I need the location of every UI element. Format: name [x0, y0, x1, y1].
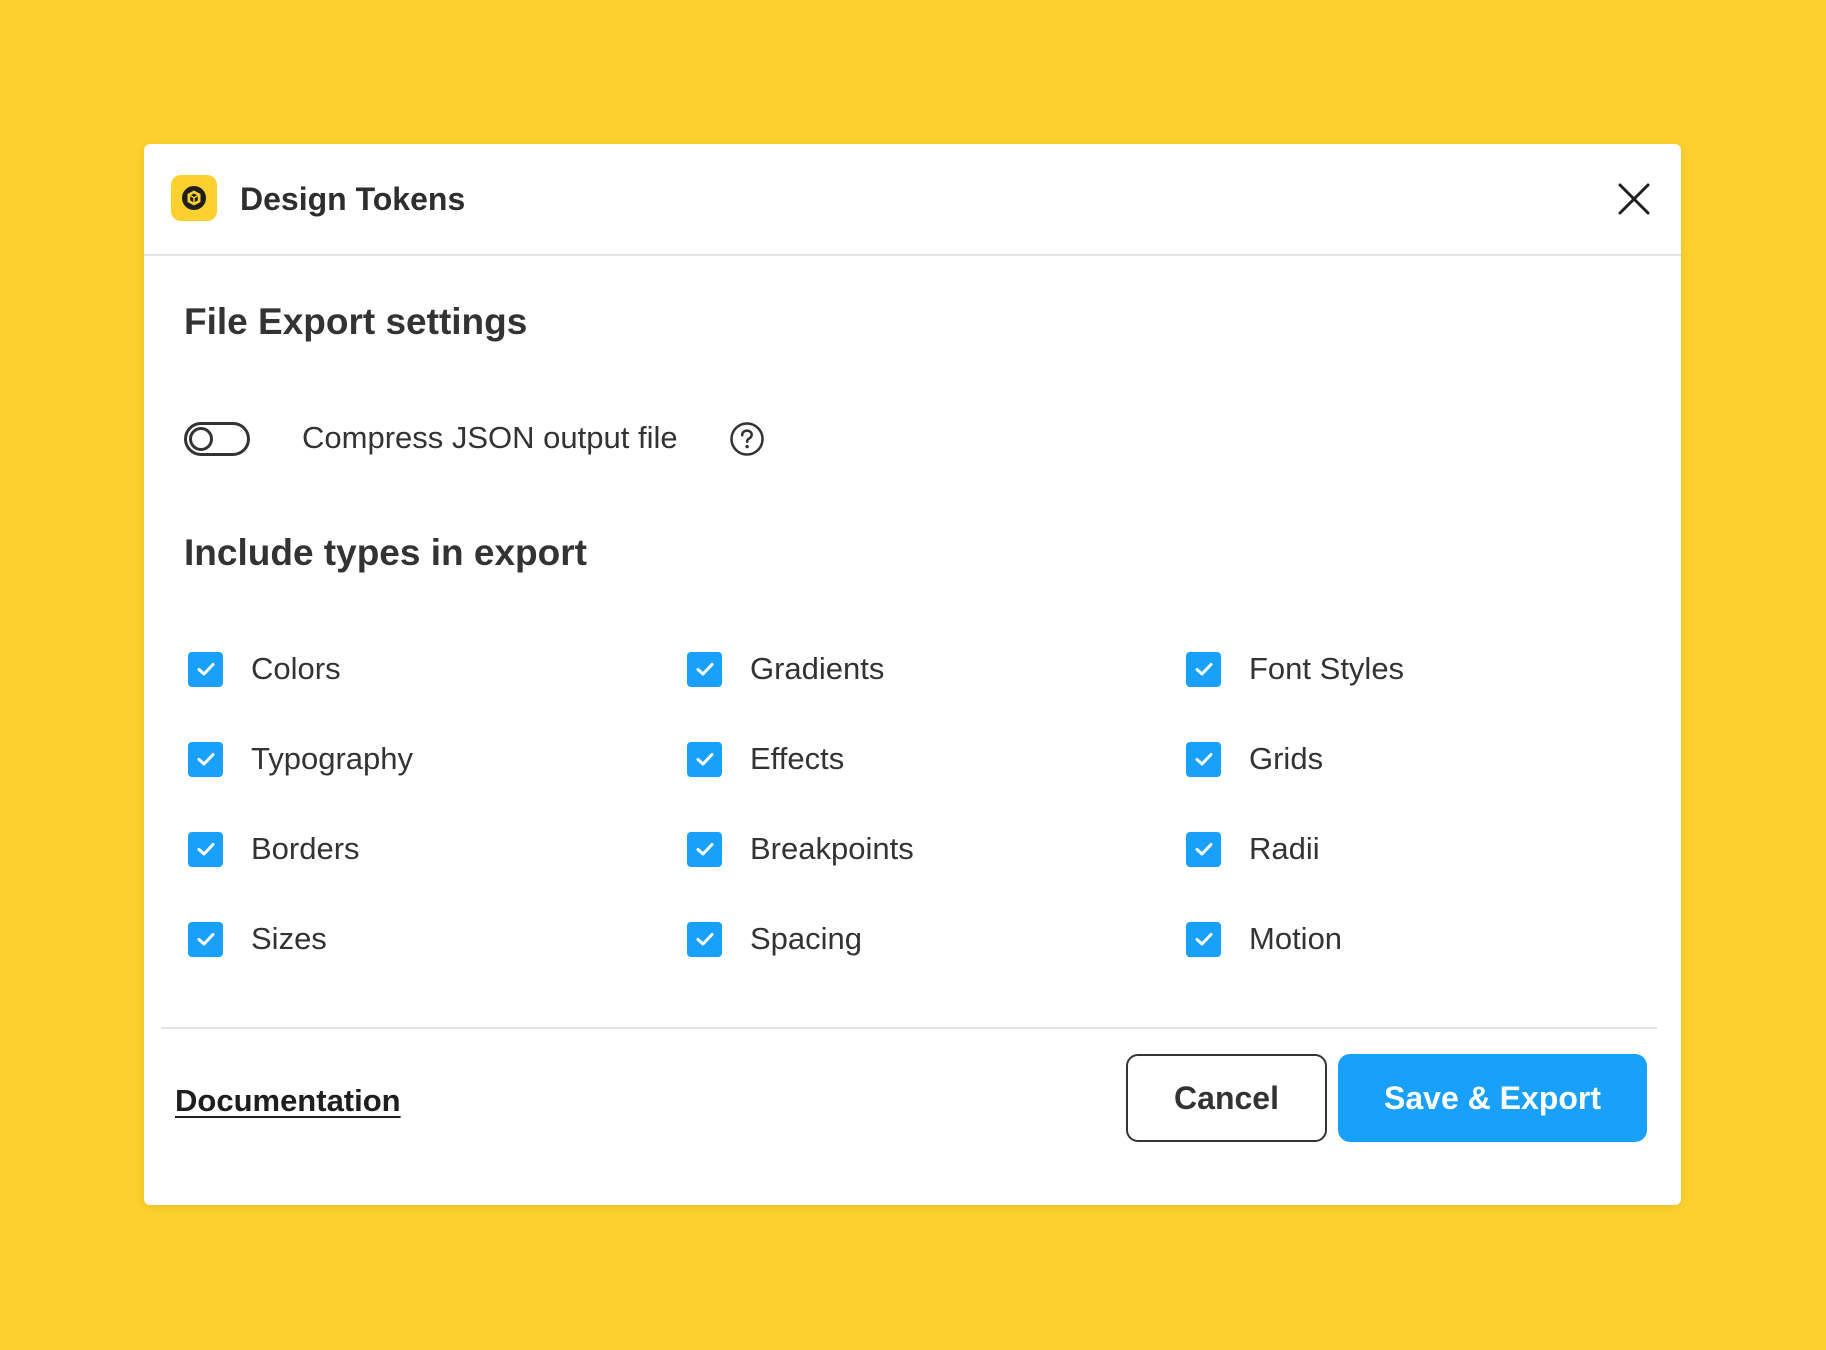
- checkbox-colors[interactable]: Colors: [188, 649, 341, 689]
- dialog-title: Design Tokens: [240, 181, 466, 217]
- checkbox-breakpoints[interactable]: Breakpoints: [687, 829, 914, 869]
- checkbox-checked-icon: [1186, 651, 1221, 687]
- checkbox-typography[interactable]: Typography: [188, 739, 413, 779]
- checkbox-effects[interactable]: Effects: [687, 739, 844, 779]
- checkbox-checked-icon: [188, 921, 223, 957]
- checkbox-motion[interactable]: Motion: [1186, 919, 1342, 959]
- toggle-knob: [189, 427, 213, 451]
- checkbox-gradients[interactable]: Gradients: [687, 649, 884, 689]
- checkbox-font-styles[interactable]: Font Styles: [1186, 649, 1404, 689]
- checkbox-label: Gradients: [750, 651, 885, 686]
- checkbox-label: Font Styles: [1249, 651, 1405, 686]
- checkbox-checked-icon: [1186, 741, 1221, 777]
- checkbox-checked-icon: [687, 741, 722, 777]
- checkbox-radii[interactable]: Radii: [1186, 829, 1320, 869]
- checkbox-label: Typography: [251, 741, 413, 776]
- documentation-link[interactable]: Documentation: [175, 1081, 401, 1121]
- compress-json-label: Compress JSON output file: [302, 420, 678, 455]
- design-tokens-logo-icon: [171, 175, 217, 221]
- checkbox-label: Effects: [750, 741, 845, 776]
- cancel-button[interactable]: Cancel: [1126, 1054, 1327, 1142]
- checkbox-label: Spacing: [750, 921, 863, 956]
- checkbox-borders[interactable]: Borders: [188, 829, 360, 869]
- checkbox-checked-icon: [188, 651, 223, 687]
- checkbox-checked-icon: [188, 741, 223, 777]
- checkbox-spacing[interactable]: Spacing: [687, 919, 862, 959]
- checkbox-checked-icon: [687, 831, 722, 867]
- save-export-button[interactable]: Save & Export: [1338, 1054, 1647, 1142]
- file-export-settings-heading: File Export settings: [184, 301, 528, 342]
- checkbox-label: Radii: [1249, 831, 1320, 866]
- checkbox-checked-icon: [188, 831, 223, 867]
- checkbox-label: Breakpoints: [750, 831, 914, 866]
- checkbox-checked-icon: [687, 921, 722, 957]
- close-icon: [1618, 183, 1650, 215]
- checkbox-checked-icon: [687, 651, 722, 687]
- checkbox-label: Borders: [251, 831, 360, 866]
- compress-json-toggle[interactable]: [184, 422, 250, 456]
- checkbox-label: Motion: [1249, 921, 1343, 956]
- checkbox-label: Colors: [251, 651, 341, 686]
- checkbox-checked-icon: [1186, 921, 1221, 957]
- dialog-titlebar: Design Tokens: [144, 144, 1681, 256]
- help-icon[interactable]: [729, 421, 765, 457]
- checkbox-sizes[interactable]: Sizes: [188, 919, 327, 959]
- checkbox-checked-icon: [1186, 831, 1221, 867]
- footer-divider: [161, 1027, 1657, 1029]
- export-settings-dialog: Design Tokens File Export settings Compr…: [144, 144, 1681, 1205]
- checkbox-label: Grids: [1249, 741, 1324, 776]
- checkbox-label: Sizes: [251, 921, 327, 956]
- close-button[interactable]: [1611, 176, 1657, 222]
- include-types-heading: Include types in export: [184, 532, 587, 573]
- checkbox-grids[interactable]: Grids: [1186, 739, 1323, 779]
